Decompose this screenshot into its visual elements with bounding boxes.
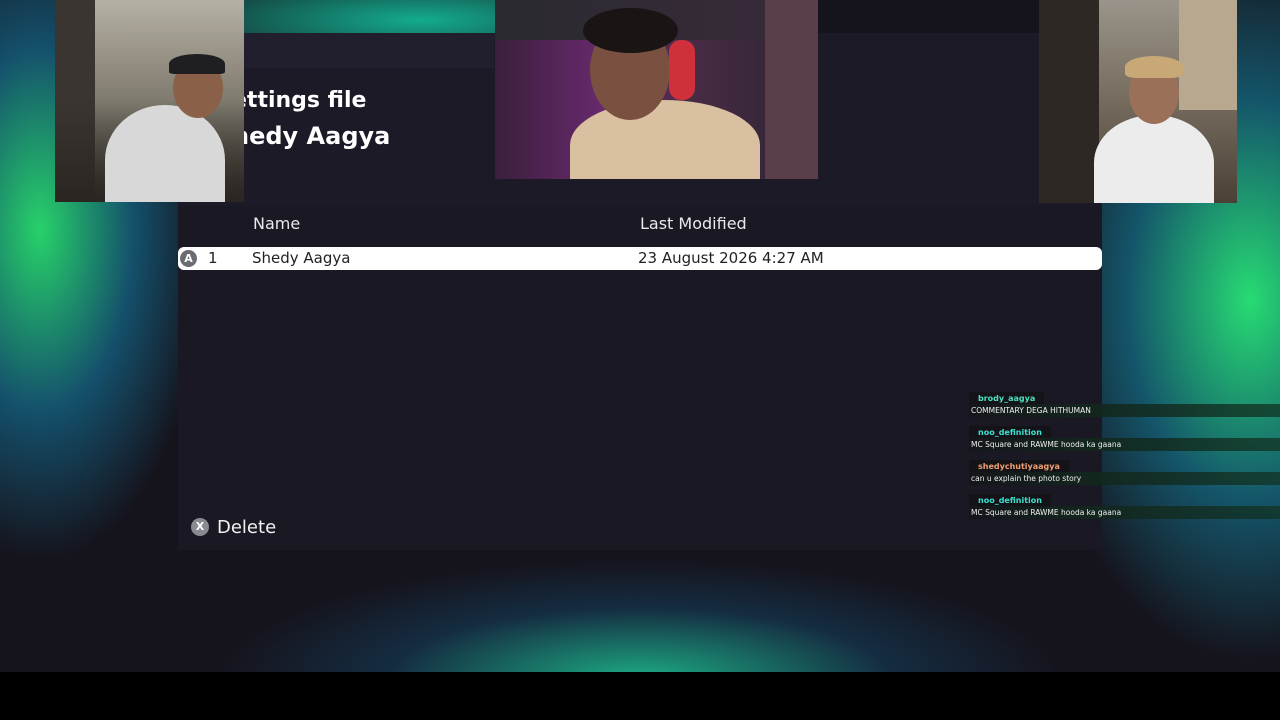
chat-message: brody_aagya COMMENTARY DEGA HITHUMAN <box>969 392 1280 426</box>
dialog-title-line1: ettings file <box>244 88 367 113</box>
row-file-name: Shedy Aagya <box>252 249 351 267</box>
chat-message: shedychutiyaagya can u explain the photo… <box>969 460 1280 494</box>
webcam-right <box>1039 0 1237 203</box>
dialog-header-strip <box>244 33 494 68</box>
dialog-title-line2: hedy Aagya <box>244 122 391 150</box>
a-button-icon: A <box>180 250 197 267</box>
letterbox-bar <box>0 672 1280 720</box>
column-header-name[interactable]: Name <box>253 214 300 233</box>
dialog-title: ettings file hedy Aagya <box>244 68 494 188</box>
streamer-center-figure <box>570 100 760 179</box>
headphones-icon <box>669 40 695 100</box>
webcam-left <box>55 0 244 202</box>
chat-overlay: brody_aagya COMMENTARY DEGA HITHUMAN noo… <box>969 392 1280 528</box>
chat-message: noo_definition MC Square and RAWME hooda… <box>969 494 1280 528</box>
webcam-center <box>495 0 818 179</box>
file-row[interactable]: A 1 Shedy Aagya 23 August 2026 4:27 AM <box>178 247 1102 270</box>
chat-message: noo_definition MC Square and RAWME hooda… <box>969 426 1280 460</box>
row-index: 1 <box>208 249 218 267</box>
delete-button[interactable]: X Delete <box>191 516 276 538</box>
column-header-last-modified[interactable]: Last Modified <box>640 214 747 233</box>
chat-text: MC Square and RAWME hooda ka gaana <box>969 506 1280 519</box>
chat-text: can u explain the photo story <box>969 472 1280 485</box>
row-last-modified: 23 August 2026 4:27 AM <box>638 249 824 267</box>
delete-label: Delete <box>217 516 277 538</box>
streamer-right-figure <box>1094 115 1214 203</box>
chat-text: MC Square and RAWME hooda ka gaana <box>969 438 1280 451</box>
x-button-icon: X <box>191 518 209 536</box>
chat-text: COMMENTARY DEGA HITHUMAN <box>969 404 1280 417</box>
